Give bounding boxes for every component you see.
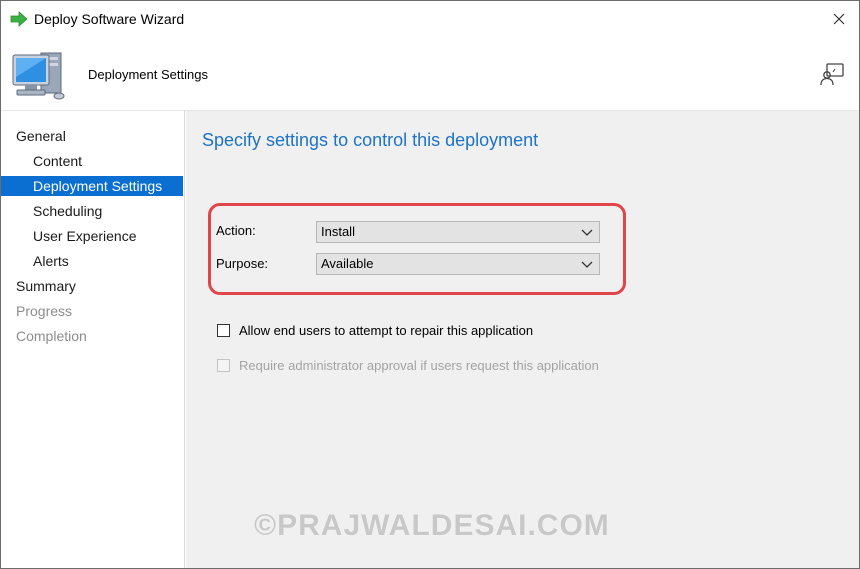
header-title: Deployment Settings (88, 67, 208, 82)
purpose-value: Available (321, 256, 374, 271)
chevron-down-icon (581, 229, 593, 236)
require-approval-option: Require administrator approval if users … (217, 358, 599, 373)
feedback-icon[interactable] (819, 61, 845, 87)
wizard-window: Deploy Software Wizard Deployment Settin… (0, 0, 860, 569)
close-icon (833, 13, 845, 25)
main-content: Specify settings to control this deploym… (186, 111, 859, 568)
nav-item-deployment-settings[interactable]: Deployment Settings (1, 176, 183, 196)
wizard-header: Deployment Settings (1, 37, 859, 111)
chevron-down-icon (581, 261, 593, 268)
computer-icon (12, 52, 65, 100)
allow-repair-label: Allow end users to attempt to repair thi… (239, 323, 534, 338)
highlight-box (208, 203, 626, 295)
close-button[interactable] (819, 1, 859, 37)
nav-item-alerts[interactable]: Alerts (1, 251, 183, 271)
purpose-label: Purpose: (216, 256, 269, 271)
page-heading: Specify settings to control this deploym… (202, 130, 539, 150)
wizard-nav: General Content Deployment Settings Sche… (1, 111, 185, 568)
watermark: ©PRAJWALDESAI.COM (254, 509, 610, 542)
nav-item-content[interactable]: Content (1, 151, 183, 171)
nav-item-progress: Progress (16, 303, 73, 319)
require-approval-label: Require administrator approval if users … (239, 358, 599, 373)
allow-repair-option[interactable]: Allow end users to attempt to repair thi… (217, 323, 533, 338)
require-approval-checkbox (217, 359, 230, 372)
action-value: Install (321, 224, 355, 239)
nav-item-general[interactable]: General (1, 126, 183, 146)
nav-item-scheduling[interactable]: Scheduling (1, 201, 183, 221)
title-bar: Deploy Software Wizard (1, 1, 859, 37)
green-arrow-icon (10, 11, 28, 27)
nav-item-completion: Completion (16, 328, 87, 344)
purpose-dropdown[interactable]: Available (316, 253, 600, 275)
window-title: Deploy Software Wizard (34, 11, 185, 27)
action-dropdown[interactable]: Install (316, 221, 600, 243)
allow-repair-checkbox[interactable] (217, 324, 230, 337)
nav-item-user-experience[interactable]: User Experience (1, 226, 183, 246)
action-label: Action: (216, 223, 256, 238)
nav-item-summary[interactable]: Summary (1, 276, 183, 296)
